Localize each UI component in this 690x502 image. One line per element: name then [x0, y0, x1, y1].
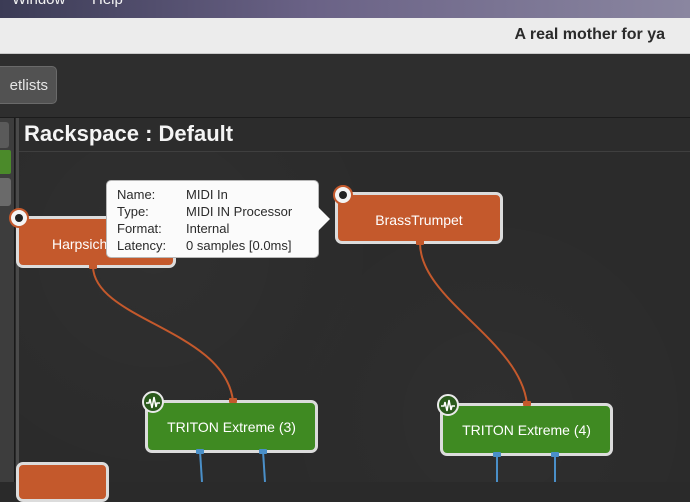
panel-tab[interactable] — [0, 178, 11, 206]
menu-help[interactable]: Help — [92, 0, 123, 8]
panel-tab-active[interactable] — [0, 150, 11, 174]
plugin-node-brass-trumpet[interactable]: BrassTrumpet — [335, 192, 503, 244]
tooltip-key: Type: — [117, 204, 149, 219]
audio-wave-icon — [142, 391, 164, 413]
node-info-tooltip: Name: MIDI In Type: MIDI IN Processor Fo… — [106, 180, 330, 258]
setlists-button[interactable]: etlists — [0, 66, 57, 104]
rackspace-title: Rackspace : Default — [24, 121, 234, 146]
midi-input-port[interactable] — [229, 398, 237, 403]
title-bar: A real mother for ya — [0, 18, 690, 54]
tooltip-value: MIDI In — [186, 187, 228, 202]
toolbar: etlists — [0, 54, 690, 118]
rackspace-list-panel — [0, 118, 15, 482]
tooltip-key: Format: — [117, 221, 162, 236]
output-port[interactable] — [89, 264, 97, 269]
tooltip-value: MIDI IN Processor — [186, 204, 293, 219]
plugin-node-triton-extreme-3[interactable]: TRITON Extreme (3) — [145, 400, 318, 453]
tooltip-value: 0 samples [0.0ms] — [186, 238, 292, 253]
panel-tab[interactable] — [0, 122, 9, 148]
audio-output-port[interactable] — [493, 452, 501, 457]
output-port[interactable] — [416, 240, 424, 245]
audio-output-port[interactable] — [196, 449, 204, 454]
node-label: Harpsich — [52, 236, 108, 252]
menu-window[interactable]: Window — [12, 0, 65, 8]
audio-output-port[interactable] — [551, 452, 559, 457]
midi-in-icon — [333, 185, 353, 205]
tooltip-value: Internal — [186, 221, 230, 236]
node-label: TRITON Extreme (3) — [167, 419, 296, 435]
rackspace-header: Rackspace : Default — [19, 118, 690, 152]
node-label: TRITON Extreme (4) — [462, 422, 591, 438]
plugin-node-partial[interactable] — [16, 462, 109, 502]
tooltip-key: Latency: — [117, 238, 167, 253]
plugin-node-triton-extreme-4[interactable]: TRITON Extreme (4) — [440, 403, 613, 456]
tooltip-key: Name: — [117, 187, 156, 202]
audio-output-port[interactable] — [259, 449, 267, 454]
midi-input-port[interactable] — [523, 401, 531, 406]
window-title: A real mother for ya — [514, 26, 665, 43]
node-label: BrassTrumpet — [375, 212, 463, 228]
menu-bar: Window Help — [0, 0, 690, 18]
audio-wave-icon — [437, 394, 459, 416]
midi-in-icon — [9, 208, 29, 228]
